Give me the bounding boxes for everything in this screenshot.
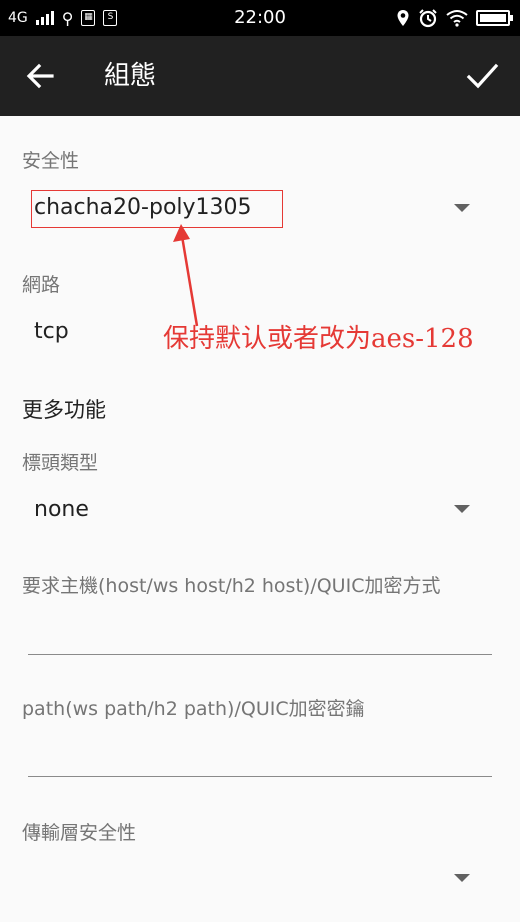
alarm-icon [419, 9, 437, 28]
app-toolbar: 組態 [0, 36, 520, 116]
network-label: 網路 [22, 274, 61, 296]
battery-icon [476, 10, 513, 26]
more-features-heading: 更多功能 [22, 398, 106, 422]
chevron-down-icon[interactable] [454, 874, 470, 882]
security-label: 安全性 [22, 150, 80, 172]
network-select-value[interactable]: tcp [34, 319, 69, 344]
annotation-arrow [173, 224, 199, 327]
host-label: 要求主機(host/ws host/h2 host)/QUIC加密方式 [22, 575, 441, 597]
path-label: path(ws path/h2 path)/QUIC加密密鑰 [22, 698, 365, 720]
tls-label: 傳輸層安全性 [22, 822, 137, 844]
status-right-group [396, 0, 513, 36]
arrow-left-icon[interactable] [18, 54, 62, 98]
checkmark-icon[interactable] [460, 54, 504, 98]
page-title: 組態 [104, 61, 157, 91]
status-bar: 4G ⚲ ▦ S 22:00 [0, 0, 520, 36]
header-type-label: 標頭類型 [22, 452, 99, 474]
location-icon [397, 10, 409, 26]
chevron-down-icon[interactable] [454, 505, 470, 513]
tls-select[interactable] [22, 860, 442, 896]
path-input[interactable] [28, 776, 492, 777]
highlight-box [31, 190, 283, 228]
annotation-text: 保持默认或者改为aes-128 [163, 324, 474, 354]
host-input[interactable] [28, 654, 492, 655]
wifi-icon [446, 10, 468, 27]
header-type-select-value[interactable]: none [34, 497, 89, 522]
chevron-down-icon[interactable] [454, 204, 470, 212]
